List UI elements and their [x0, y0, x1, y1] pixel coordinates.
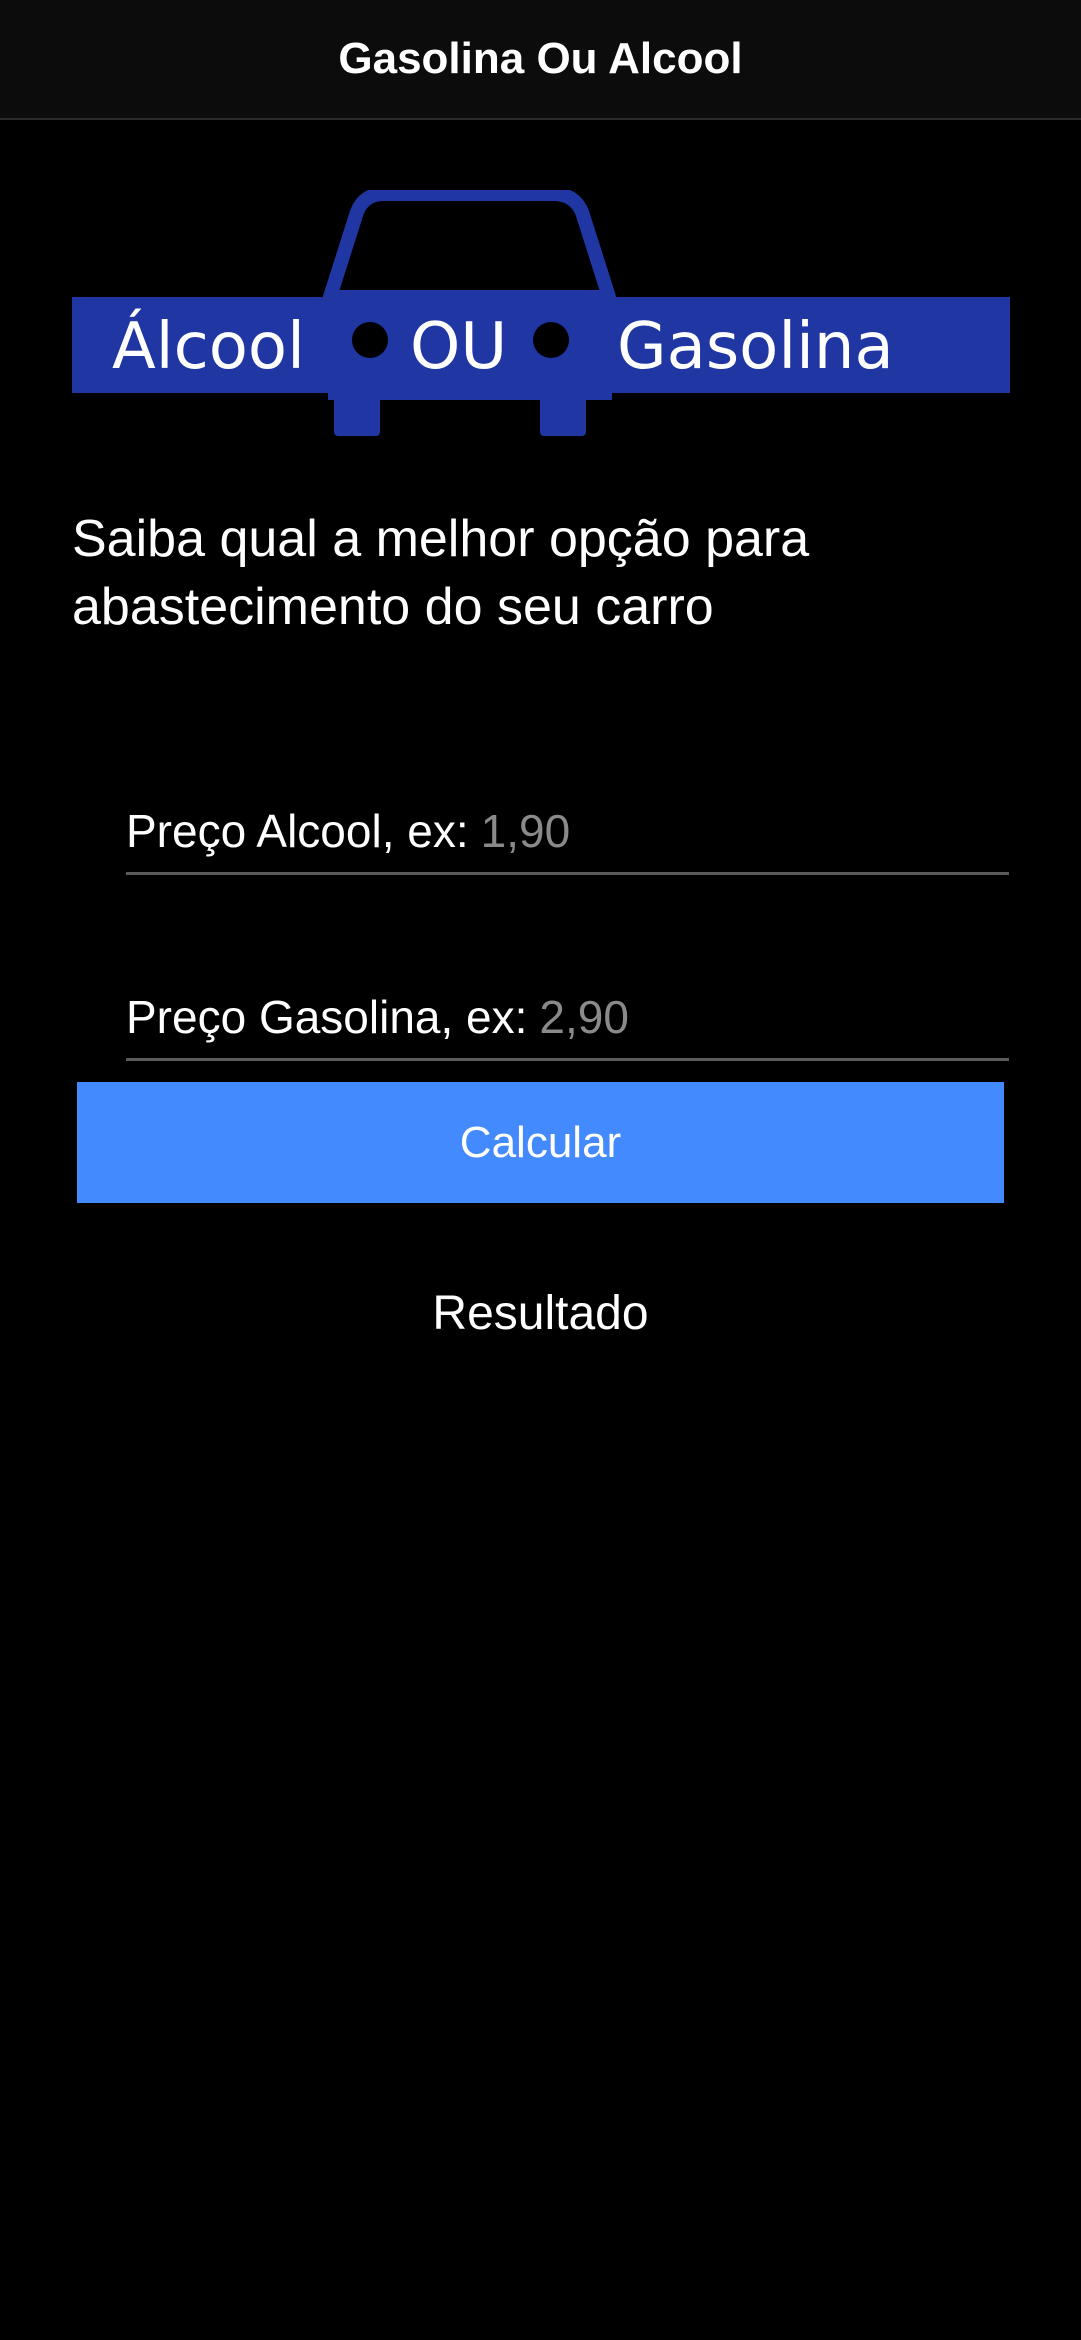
result-text: Resultado	[432, 1287, 649, 1340]
calcular-button[interactable]: Calcular	[77, 1082, 1004, 1203]
gasolina-price-label: Preço Gasolina, ex:	[126, 991, 528, 1043]
logo-left-text: Álcool	[112, 308, 305, 384]
logo-middle-text: OU	[410, 310, 507, 384]
alcool-price-label: Preço Alcool, ex:	[126, 805, 469, 857]
gasolina-price-input[interactable]	[539, 990, 1081, 1044]
car-icon: Álcool OU Gasolina	[72, 187, 1010, 436]
alcool-price-field[interactable]: Preço Alcool, ex:	[126, 790, 1079, 875]
logo-right-text: Gasolina	[617, 310, 894, 384]
headline: Saiba qual a melhor opção para abastecim…	[72, 510, 810, 636]
app-bar: Gasolina Ou Alcool	[0, 0, 1081, 120]
app-title: Gasolina Ou Alcool	[338, 34, 743, 83]
alcool-price-input[interactable]	[480, 804, 1079, 858]
gasolina-price-field[interactable]: Preço Gasolina, ex:	[126, 976, 1081, 1061]
logo: Álcool OU Gasolina	[72, 187, 1010, 440]
